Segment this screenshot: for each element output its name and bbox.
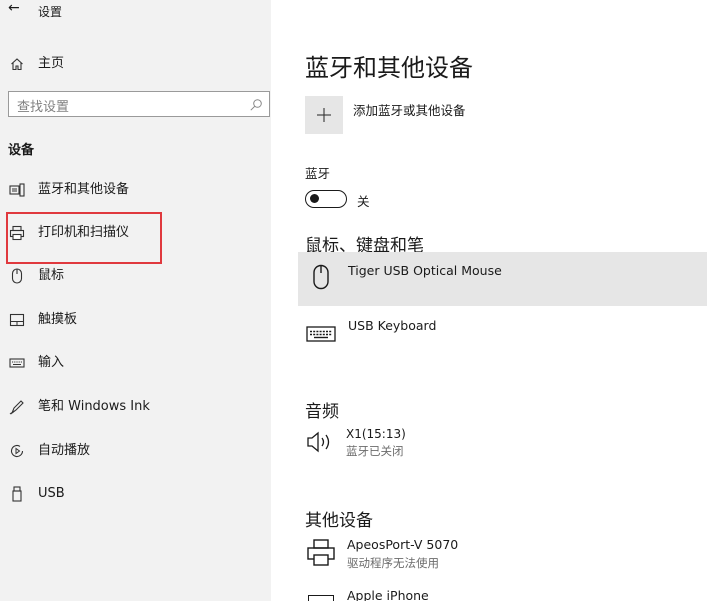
keyboard-icon [8, 354, 26, 372]
device-name: Tiger USB Optical Mouse [348, 263, 502, 278]
sidebar-item-autoplay[interactable]: 自动播放 [0, 433, 271, 469]
device-row-printer[interactable]: ApeosPort-V 5070 驱动程序无法使用 [298, 534, 707, 578]
printer-icon [306, 538, 336, 572]
phone-icon [308, 595, 334, 601]
sidebar-item-pen[interactable]: 笔和 Windows Ink [0, 389, 271, 425]
page-title: 蓝牙和其他设备 [305, 54, 473, 82]
search-placeholder: 查找设置 [17, 100, 70, 115]
highlight-box [6, 212, 162, 264]
sidebar-item-label: 自动播放 [38, 443, 91, 458]
back-button[interactable]: ← [8, 0, 20, 16]
sidebar-item-touchpad[interactable]: 触摸板 [0, 302, 271, 338]
device-row-keyboard[interactable]: USB Keyboard [298, 310, 707, 360]
sidebar-item-label: USB [38, 486, 65, 501]
device-row-phone[interactable]: Apple iPhone [298, 586, 707, 601]
device-status: 驱动程序无法使用 [347, 556, 439, 570]
touchpad-icon [8, 311, 26, 329]
add-device-button[interactable]: 添加蓝牙或其他设备 [305, 96, 565, 134]
autoplay-icon [8, 442, 26, 460]
device-name: X1(15:13) [346, 427, 406, 441]
home-icon [8, 55, 26, 73]
audio-section-title: 音频 [305, 402, 339, 422]
device-name: Apple iPhone [347, 588, 429, 601]
toggle-knob [310, 194, 319, 203]
keyboard-icon [306, 324, 336, 348]
bluetooth-toggle[interactable] [305, 190, 347, 208]
speaker-icon [306, 430, 336, 458]
device-status: 蓝牙已关闭 [346, 444, 404, 458]
mouse-icon [312, 264, 330, 294]
sidebar-item-label: 输入 [38, 355, 65, 370]
add-device-label: 添加蓝牙或其他设备 [353, 103, 466, 118]
mouse-icon [8, 267, 26, 285]
device-row-audio[interactable]: X1(15:13) 蓝牙已关闭 [298, 424, 707, 468]
device-row-mouse[interactable]: Tiger USB Optical Mouse [298, 252, 707, 306]
sidebar-item-label: 主页 [38, 56, 65, 71]
search-icon [249, 97, 263, 116]
sidebar-item-label: 蓝牙和其他设备 [38, 182, 130, 197]
sidebar-item-home[interactable]: 主页 [0, 46, 271, 82]
sidebar-item-label: 笔和 Windows Ink [38, 399, 150, 414]
device-name: USB Keyboard [348, 318, 437, 333]
sidebar-item-bluetooth[interactable]: 蓝牙和其他设备 [0, 172, 271, 208]
search-input[interactable]: 查找设置 [8, 91, 270, 117]
bluetooth-label: 蓝牙 [305, 166, 331, 181]
window-title: 设置 [38, 5, 63, 19]
usb-icon [8, 485, 26, 503]
sidebar: ← 设置 主页 查找设置 设备 蓝牙和其他设备 打印机和扫描仪 鼠标 触摸板 输… [0, 0, 271, 601]
sidebar-item-label: 鼠标 [38, 268, 65, 283]
sidebar-item-usb[interactable]: USB [0, 476, 271, 512]
pen-icon [8, 398, 26, 416]
main-content: 蓝牙和其他设备 添加蓝牙或其他设备 蓝牙 关 鼠标、键盘和笔 Tiger USB… [271, 0, 707, 601]
device-name: ApeosPort-V 5070 [347, 537, 459, 552]
other-section-title: 其他设备 [305, 511, 373, 531]
section-title: 设备 [8, 143, 35, 158]
sidebar-item-typing[interactable]: 输入 [0, 345, 271, 381]
plus-icon [305, 96, 343, 134]
bluetooth-state: 关 [357, 194, 370, 209]
bluetooth-devices-icon [8, 181, 26, 199]
sidebar-item-label: 触摸板 [38, 312, 78, 327]
